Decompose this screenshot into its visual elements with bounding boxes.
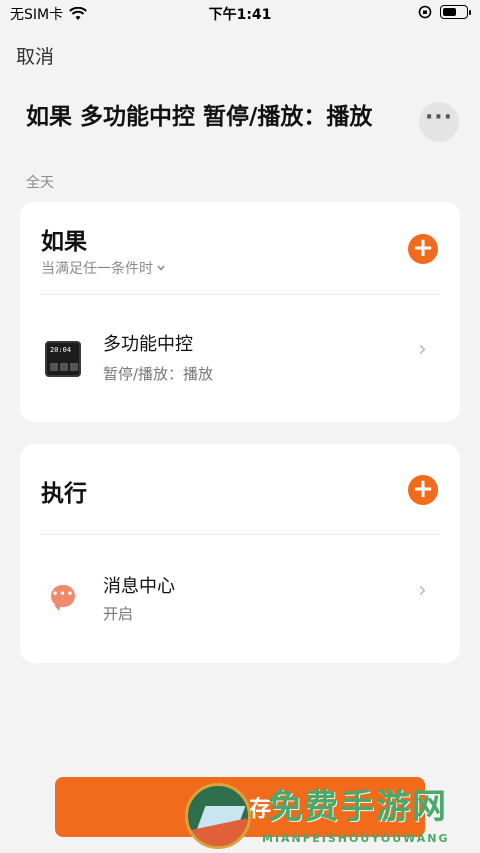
if-section-title: 如果 [41, 229, 87, 255]
if-card: 如果 当满足任一条件时 + 20:04 多功能中控 暂停/播放：播放 › [20, 202, 460, 422]
orientation-lock-icon [418, 5, 432, 19]
battery-icon [440, 5, 471, 19]
more-options-button[interactable]: ··· [419, 102, 459, 142]
action-name: 消息中心 [103, 576, 175, 597]
action-section-title: 执行 [41, 481, 87, 507]
condition-mode-label: 当满足任一条件时 [41, 261, 153, 277]
ellipsis-icon: ··· [424, 105, 454, 130]
action-description: 开启 [103, 605, 134, 623]
add-action-button[interactable]: + [408, 475, 438, 505]
add-condition-button[interactable]: + [408, 234, 438, 264]
schedule-label: 全天 [26, 175, 54, 191]
status-time: 下午1:41 [208, 7, 272, 23]
condition-description: 暂停/播放：播放 [103, 365, 214, 383]
action-card: 执行 + ••• 消息中心 开启 › [20, 444, 460, 663]
divider [40, 534, 440, 535]
watermark-text: 免费手游网 [268, 787, 448, 827]
plus-icon: + [412, 474, 434, 504]
condition-device-name: 多功能中控 [103, 334, 193, 355]
divider [40, 294, 440, 295]
watermark-subtext: MIANFEISHOUYOUWANG [262, 832, 450, 845]
watermark-logo [185, 783, 251, 849]
plus-icon: + [412, 233, 434, 263]
condition-mode-selector[interactable]: 当满足任一条件时 [41, 258, 165, 278]
chevron-down-icon [157, 265, 165, 271]
page-title: 如果 多功能中控 暂停/播放：播放 [26, 104, 373, 130]
smart-panel-icon: 20:04 [45, 341, 81, 377]
message-bubble-icon: ••• [51, 585, 75, 611]
battery-fill [443, 8, 456, 16]
cancel-button[interactable]: 取消 [16, 42, 54, 69]
chevron-right-icon: › [418, 578, 427, 603]
status-bar: 无SIM卡 下午1:41 [0, 0, 480, 28]
chevron-right-icon: › [418, 337, 427, 362]
status-right [418, 5, 471, 19]
